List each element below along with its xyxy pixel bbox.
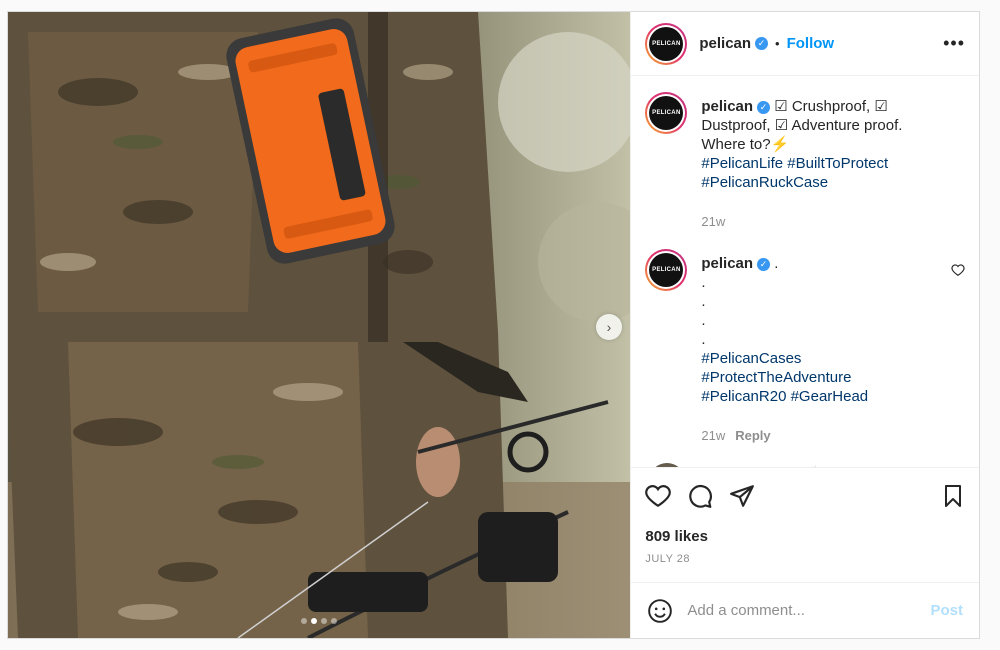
hashtag-link[interactable]: #GearHead xyxy=(791,388,869,405)
comments-list: PELICAN pelican ✓ ☑ Crushproof, ☑ Dustpro… xyxy=(631,76,979,467)
verified-badge-icon: ✓ xyxy=(755,37,769,50)
carousel-dot xyxy=(321,618,328,624)
comment-meta: 21w Reply xyxy=(701,426,943,445)
comment-line: . xyxy=(701,331,706,348)
add-comment-input[interactable] xyxy=(687,602,931,619)
photo-hunter-with-orange-case xyxy=(8,12,631,638)
bookmark-icon[interactable] xyxy=(941,483,965,509)
smiley-icon[interactable] xyxy=(647,598,673,624)
pelican-logo-icon: PELICAN xyxy=(649,253,684,287)
comment-line: . xyxy=(701,293,706,310)
post-actions: 809 likes JULY 28 xyxy=(631,467,979,582)
comment-username[interactable]: kodastacoma xyxy=(701,466,797,467)
carousel-indicator xyxy=(8,618,630,624)
carousel-dot xyxy=(301,618,308,624)
hashtag-link[interactable]: #PelicanLife xyxy=(701,155,783,172)
verified-badge-icon: ✓ xyxy=(757,101,771,114)
hashtag-link[interactable]: #PelicanRuckCase xyxy=(701,174,828,191)
separator-dot: • xyxy=(775,36,780,51)
comment-author-avatar[interactable]: PELICAN xyxy=(645,249,688,291)
comment-item: kodastacoma 👏 xyxy=(645,463,965,467)
caption-username[interactable]: pelican xyxy=(701,98,753,115)
pelican-logo-icon: PELICAN xyxy=(649,26,684,61)
caption-timestamp[interactable]: 21w xyxy=(701,212,943,231)
follow-button[interactable]: Follow xyxy=(787,35,835,52)
comment-line: . xyxy=(774,255,779,272)
comment-text: 👏 xyxy=(801,466,820,467)
comment-icon[interactable] xyxy=(687,483,713,509)
carousel-next-button[interactable]: › xyxy=(596,314,622,340)
chevron-right-icon: › xyxy=(606,319,612,335)
hashtag-link[interactable]: #PelicanR20 xyxy=(701,388,786,405)
post-date: JULY 28 xyxy=(645,553,691,565)
more-options-icon[interactable]: ••• xyxy=(943,33,965,54)
hashtag-link[interactable]: #PelicanCases xyxy=(701,350,801,367)
likes-count[interactable]: 809 likes xyxy=(645,528,965,545)
commenter-avatar[interactable] xyxy=(649,463,686,467)
comment-line: . xyxy=(701,312,706,329)
comment-item: PELICAN pelican ✓ . . . . . #PelicanCases… xyxy=(645,249,965,445)
instagram-post-modal: › PELICAN pelican ✓ • Follow ••• PELICAN… xyxy=(7,11,980,639)
comment-timestamp[interactable]: 21w xyxy=(701,428,725,443)
hashtag-link[interactable]: #ProtectTheAdventure xyxy=(701,369,851,386)
like-comment-heart-icon[interactable] xyxy=(951,263,965,277)
hashtag-link[interactable]: #BuiltToProtect xyxy=(787,155,888,172)
comment-line: . xyxy=(701,274,706,291)
heart-icon[interactable] xyxy=(645,483,672,509)
verified-badge-icon: ✓ xyxy=(757,258,771,271)
carousel-dot xyxy=(311,618,318,624)
author-avatar[interactable]: PELICAN xyxy=(645,22,688,65)
post-sidebar: PELICAN pelican ✓ • Follow ••• PELICAN p… xyxy=(630,12,979,638)
comment-username[interactable]: pelican xyxy=(701,255,753,272)
carousel-dot xyxy=(331,618,338,624)
author-username[interactable]: pelican xyxy=(699,35,751,52)
comment-composer: Post xyxy=(631,582,979,638)
post-comment-button[interactable]: Post xyxy=(930,602,963,619)
share-icon[interactable] xyxy=(729,483,755,509)
post-header: PELICAN pelican ✓ • Follow ••• xyxy=(631,12,979,76)
caption: PELICAN pelican ✓ ☑ Crushproof, ☑ Dustpro… xyxy=(645,92,965,231)
post-image[interactable]: › xyxy=(8,12,631,638)
pelican-logo-icon: PELICAN xyxy=(649,96,684,130)
caption-author-avatar[interactable]: PELICAN xyxy=(645,92,688,134)
reply-button[interactable]: Reply xyxy=(735,428,770,443)
